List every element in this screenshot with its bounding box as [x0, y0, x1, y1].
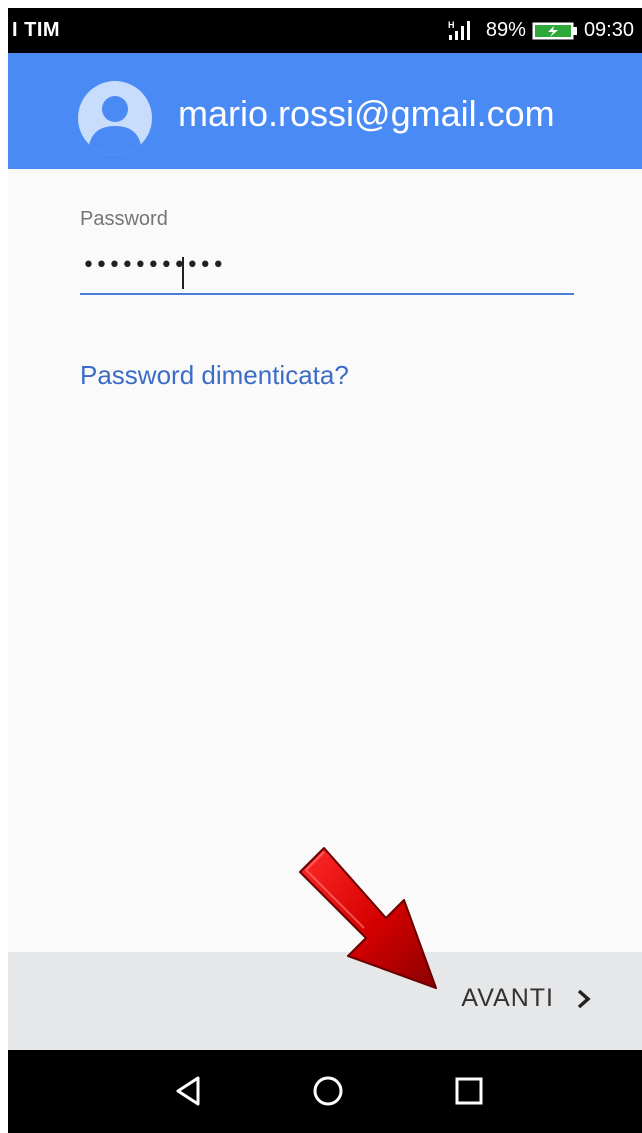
- password-field[interactable]: •••••••••••: [80, 245, 574, 295]
- password-label: Password: [80, 208, 168, 230]
- back-triangle-icon[interactable]: [168, 1070, 210, 1112]
- recents-square-icon[interactable]: [448, 1070, 490, 1112]
- account-header: mario.rossi@gmail.com: [8, 53, 642, 169]
- next-button[interactable]: AVANTI: [461, 984, 592, 1013]
- next-button-label: AVANTI: [461, 984, 554, 1012]
- red-arrow-icon: [298, 846, 448, 996]
- status-bar: I TIM H 89% 09:30: [8, 8, 642, 53]
- password-input-value[interactable]: •••••••••••: [82, 253, 225, 278]
- forgot-password-link[interactable]: Password dimenticata?: [80, 360, 349, 391]
- battery-percent: 89%: [485, 19, 526, 41]
- text-cursor: [182, 257, 184, 289]
- signal-icon: H: [446, 20, 480, 42]
- phone-screen: I TIM H 89% 09:30 mario.rossi@gmail.com …: [8, 8, 642, 1133]
- status-indicators: H 89% 09:30: [446, 19, 634, 42]
- account-email: mario.rossi@gmail.com: [178, 93, 555, 134]
- carrier-name: I TIM: [12, 19, 61, 41]
- person-icon: [88, 96, 142, 155]
- chevron-right-icon: [576, 988, 592, 1010]
- avatar: [78, 81, 152, 155]
- navigation-bar: [8, 1050, 642, 1133]
- clock: 09:30: [583, 19, 634, 41]
- battery-charging-icon: [532, 21, 578, 41]
- home-circle-icon[interactable]: [307, 1070, 349, 1112]
- network-type-label: H: [448, 20, 455, 30]
